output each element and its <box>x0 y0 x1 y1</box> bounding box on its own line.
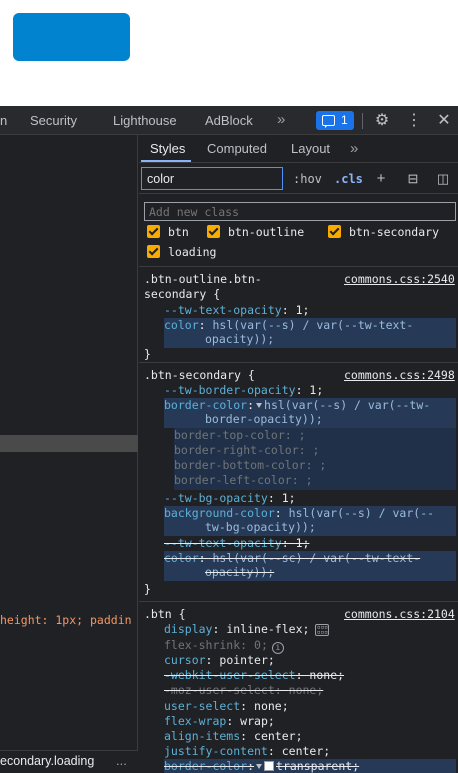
declaration[interactable]: --tw-text-opacity: 1; <box>164 303 309 318</box>
longhand-declaration[interactable]: border-right-color: ; <box>174 443 319 458</box>
checkbox-icon[interactable] <box>147 245 160 258</box>
expand-arrow-icon[interactable] <box>256 403 263 408</box>
gear-icon[interactable]: ⚙ <box>372 106 392 135</box>
toggle-sidebar-icon[interactable]: ◫ <box>435 164 451 194</box>
class-checkbox-btn[interactable]: btn <box>147 224 189 240</box>
declaration[interactable]: background-color: hsl(var(--s) / var(-- <box>164 506 434 521</box>
tab-styles[interactable]: Styles <box>150 135 185 163</box>
overridden-declaration[interactable]: color: hsl(var(--sc) / var(--tw-text- <box>164 551 420 566</box>
dom-inline-style[interactable]: height: 1px; paddin <box>0 613 132 627</box>
style-rule-btn: .btn { commons.css:2104 display: inline-… <box>139 603 458 773</box>
kebab-menu-icon[interactable]: ⋮ <box>404 106 424 135</box>
devtools-tabbar: n Security Lighthouse AdBlock » 1 ⚙ ⋮ ✕ <box>0 106 458 135</box>
overridden-declaration[interactable]: border-color: transparent; <box>164 759 359 773</box>
overridden-declaration[interactable]: -moz-user-select: none; <box>164 683 323 698</box>
rule-selector[interactable]: .btn { <box>144 607 186 622</box>
overridden-declaration[interactable]: -webkit-user-select: none; <box>164 668 344 683</box>
devtools-panel: n Security Lighthouse AdBlock » 1 ⚙ ⋮ ✕ … <box>0 106 458 773</box>
declaration[interactable]: border-color: hsl(var(--s) / var(--tw- <box>164 398 430 413</box>
checkbox-icon[interactable] <box>328 225 341 238</box>
styles-sidebar: Styles Computed Layout » :hov .cls + ⊟ ◫… <box>139 135 458 773</box>
rule-source-link[interactable]: commons.css:2540 <box>344 272 455 287</box>
rule-selector[interactable]: .btn-outline.btn- <box>144 272 262 287</box>
rule-selector-cont: secondary { <box>144 287 221 301</box>
hov-toggle[interactable]: :hov <box>293 164 322 194</box>
declaration[interactable]: color: hsl(var(--s) / var(--tw-text- <box>164 318 413 333</box>
declaration-cont: tw-bg-opacity)); <box>205 520 316 534</box>
cls-toggle[interactable]: .cls <box>334 164 363 194</box>
toolbar-divider <box>362 113 363 129</box>
rule-source-link[interactable]: commons.css:2104 <box>344 607 455 622</box>
declaration[interactable]: flex-wrap: wrap; <box>164 714 275 729</box>
class-checkbox-btn-outline[interactable]: btn-outline <box>207 224 304 240</box>
selected-node-row[interactable] <box>0 435 138 452</box>
page-area <box>0 0 458 106</box>
class-toggle-panel: btn btn-outline btn-secondary loading <box>139 195 458 267</box>
styles-toolbar: :hov .cls + ⊟ ◫ <box>139 164 458 194</box>
close-icon[interactable]: ✕ <box>434 106 454 135</box>
more-tabs-button[interactable]: » <box>277 106 285 135</box>
breadcrumb: econdary.loading ... <box>0 750 138 773</box>
rule-close: } <box>144 347 151 361</box>
rule-close: } <box>144 582 151 596</box>
declaration-cont: opacity)); <box>205 332 275 346</box>
longhand-declaration[interactable]: border-left-color: ; <box>174 473 313 488</box>
elements-pane: height: 1px; paddin econdary.loading ... <box>0 135 138 773</box>
declaration[interactable]: cursor: pointer; <box>164 653 275 668</box>
longhand-declaration[interactable]: border-bottom-color: ; <box>174 458 326 473</box>
tab-computed[interactable]: Computed <box>207 135 267 163</box>
issues-badge[interactable]: 1 <box>316 111 354 130</box>
longhand-declaration[interactable]: border-top-color: ; <box>174 428 306 443</box>
inactive-declaration[interactable]: flex-shrink: 0; i <box>164 638 284 654</box>
tab-security[interactable]: Security <box>30 106 77 135</box>
tab-adblock[interactable]: AdBlock <box>205 106 253 135</box>
page-button[interactable] <box>13 13 130 61</box>
declaration[interactable]: justify-content: center; <box>164 744 330 759</box>
checkbox-icon[interactable] <box>147 225 160 238</box>
issues-count: 1 <box>341 113 348 127</box>
declaration[interactable]: align-items: center; <box>164 729 303 744</box>
breadcrumb-more[interactable]: ... <box>116 753 127 768</box>
more-sidebar-tabs[interactable]: » <box>350 135 358 163</box>
class-checkbox-btn-secondary[interactable]: btn-secondary <box>328 224 439 240</box>
declaration[interactable]: user-select: none; <box>164 699 289 714</box>
style-rule-btn-outline-secondary: .btn-outline.btn- commons.css:2540 secon… <box>139 268 458 363</box>
rule-source-link[interactable]: commons.css:2498 <box>344 368 455 383</box>
tab-partial[interactable]: n <box>0 106 7 135</box>
add-rule-icon[interactable]: + <box>373 164 389 194</box>
class-checkbox-loading[interactable]: loading <box>147 244 216 260</box>
declaration[interactable]: --tw-bg-opacity: 1; <box>164 491 296 506</box>
expand-arrow-icon[interactable] <box>256 764 263 769</box>
add-class-input[interactable] <box>144 202 456 221</box>
issues-icon <box>322 115 335 128</box>
breadcrumb-item[interactable]: econdary.loading <box>0 754 94 768</box>
declaration[interactable]: display: inline-flex; ▫▫▫ ▫▫▫ <box>164 622 330 637</box>
filter-input[interactable] <box>141 167 283 190</box>
checkbox-icon[interactable] <box>207 225 220 238</box>
overridden-declaration[interactable]: --tw-text-opacity: 1; <box>164 536 309 551</box>
style-rule-btn-secondary: .btn-secondary { commons.css:2498 --tw-b… <box>139 364 458 602</box>
color-swatch[interactable] <box>264 761 275 771</box>
rule-selector[interactable]: .btn-secondary { <box>144 368 255 383</box>
paint-format-icon[interactable]: ⊟ <box>405 164 421 194</box>
sidebar-tabs: Styles Computed Layout » <box>139 135 458 163</box>
active-tab-indicator <box>141 160 191 162</box>
declaration-cont: border-opacity)); <box>205 412 323 426</box>
declaration[interactable]: --tw-border-opacity: 1; <box>164 383 323 398</box>
declaration-cont: opacity)); <box>205 565 275 579</box>
flexbox-editor-icon[interactable]: ▫▫▫ ▫▫▫ <box>315 624 330 636</box>
tab-lighthouse[interactable]: Lighthouse <box>113 106 177 135</box>
tab-layout[interactable]: Layout <box>291 135 330 163</box>
